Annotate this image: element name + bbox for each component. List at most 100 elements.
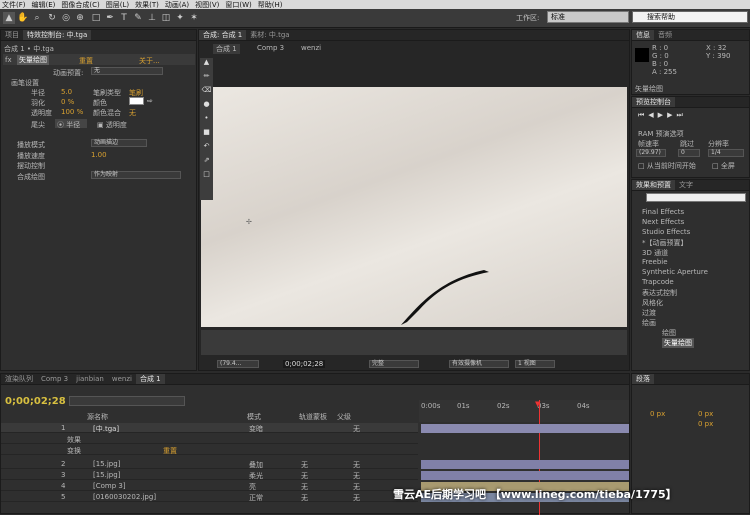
layer-parent[interactable]: 无 bbox=[353, 471, 360, 481]
brush-tool-icon[interactable]: ✎ bbox=[132, 12, 144, 24]
pencil-tool-icon[interactable]: ✏ bbox=[200, 72, 213, 86]
playback-mode-select[interactable]: 动画描边 bbox=[91, 139, 147, 147]
feather-value[interactable]: 0 % bbox=[61, 98, 74, 106]
pan-behind-tool-icon[interactable]: ⊕ bbox=[74, 12, 86, 24]
layer-name[interactable]: [0160030202.jpg] bbox=[93, 493, 156, 501]
effects-item[interactable]: Studio Effects bbox=[642, 228, 690, 236]
tab-composition[interactable]: 合成: 合成 1 bbox=[199, 30, 247, 40]
eraser-icon[interactable]: ⌫ bbox=[200, 86, 213, 100]
current-time-display[interactable]: 0;00;02;28 bbox=[283, 360, 326, 368]
effects-item[interactable]: Trapcode bbox=[642, 278, 674, 286]
workspace-select[interactable]: 标准 bbox=[547, 11, 629, 23]
hand-tool-icon[interactable]: ✋ bbox=[17, 12, 29, 24]
tab-info[interactable]: 信息 bbox=[632, 30, 654, 40]
tab-effect-controls[interactable]: 特效控制台: 中.tga bbox=[23, 30, 92, 40]
comp-crumb-2[interactable]: Comp 3 bbox=[257, 44, 284, 52]
arrow-tool-icon[interactable]: ▲ bbox=[200, 58, 213, 72]
layer-prop[interactable]: 变换 bbox=[67, 446, 81, 456]
reset-link[interactable]: 重置 bbox=[163, 446, 177, 456]
effects-item[interactable]: 3D 通道 bbox=[642, 248, 668, 258]
tab-comp3[interactable]: Comp 3 bbox=[37, 375, 72, 383]
radius-value[interactable]: 5.0 bbox=[61, 88, 72, 96]
puppet-tool-icon[interactable]: ✶ bbox=[188, 12, 200, 24]
fullscreen-checkbox[interactable]: □ 全屏 bbox=[712, 161, 735, 171]
layer-track[interactable]: 无 bbox=[301, 460, 308, 470]
resolution-select[interactable]: 完整 bbox=[369, 360, 419, 368]
brush-square-icon[interactable]: ■ bbox=[200, 128, 213, 142]
brush-size-large-icon[interactable]: ● bbox=[200, 100, 213, 114]
space-after[interactable]: 0 px bbox=[698, 420, 713, 428]
effects-search-input[interactable] bbox=[646, 193, 746, 202]
fx-icon[interactable]: fx bbox=[5, 56, 12, 64]
undo-icon[interactable]: ↶ bbox=[200, 142, 213, 156]
effects-item[interactable]: 表达式控制 bbox=[642, 288, 677, 298]
layer-mode[interactable]: 亮 bbox=[249, 482, 256, 492]
tab-jianbian[interactable]: jianbian bbox=[72, 375, 108, 383]
table-row[interactable]: 1 [中.tga] 变暗 无 bbox=[1, 423, 418, 433]
indent-right[interactable]: 0 px bbox=[698, 410, 713, 418]
views-select[interactable]: 1 视图 bbox=[515, 360, 555, 368]
color-mix-value[interactable]: 无 bbox=[129, 108, 136, 118]
wiggle-control-label[interactable]: 摆动控制 bbox=[17, 161, 45, 171]
composite-paint-select[interactable]: 作为映射 bbox=[91, 171, 181, 179]
layer-name[interactable]: [15.jpg] bbox=[93, 471, 120, 479]
effects-item[interactable]: 过渡 bbox=[642, 308, 656, 318]
brush-size-medium-icon[interactable]: • bbox=[200, 114, 213, 128]
layer-parent[interactable]: 无 bbox=[353, 424, 360, 434]
table-row[interactable]: 3 [15.jpg] 柔光 无 无 bbox=[1, 470, 418, 480]
selection-tool-icon[interactable]: ▲ bbox=[3, 12, 15, 24]
effects-item[interactable]: Synthetic Aperture bbox=[642, 268, 708, 276]
indent-left[interactable]: 0 px bbox=[650, 410, 665, 418]
layer-bar[interactable] bbox=[421, 460, 629, 469]
playback-mode-label[interactable]: 播放模式 bbox=[17, 140, 45, 150]
about-link[interactable]: 关于... bbox=[139, 56, 160, 66]
layer-track[interactable]: 无 bbox=[301, 482, 308, 492]
layer-mode[interactable]: 柔光 bbox=[249, 471, 263, 481]
layer-name[interactable]: [15.jpg] bbox=[93, 460, 120, 468]
playback-controls[interactable]: ⏮◀▶▶⏭ bbox=[638, 111, 687, 120]
effects-subitem-selected[interactable]: 矢量绘图 bbox=[662, 338, 694, 348]
color-swatch[interactable] bbox=[129, 97, 144, 105]
effects-item[interactable]: Next Effects bbox=[642, 218, 684, 226]
layer-track[interactable]: 无 bbox=[301, 493, 308, 503]
effects-item[interactable]: Freebie bbox=[642, 258, 668, 266]
layer-bar[interactable] bbox=[421, 471, 629, 480]
swatch-icon[interactable]: □ bbox=[200, 170, 213, 184]
tab-comp1[interactable]: 合成 1 bbox=[135, 374, 165, 384]
table-row[interactable]: 2 [15.jpg] 叠加 无 无 bbox=[1, 459, 418, 469]
layer-mode[interactable]: 正常 bbox=[249, 493, 263, 503]
effects-item[interactable]: *【动画预置】 bbox=[642, 238, 688, 248]
preset-select[interactable]: 无 bbox=[91, 67, 163, 75]
layer-mode[interactable]: 叠加 bbox=[249, 460, 263, 470]
opacity-value[interactable]: 100 % bbox=[61, 108, 83, 116]
comp-crumb-1[interactable]: 合成 1 bbox=[213, 44, 240, 54]
zoom-select[interactable]: (79.4... bbox=[217, 360, 259, 368]
skip-select[interactable]: 0 bbox=[678, 149, 700, 157]
camera-tool-icon[interactable]: ◎ bbox=[60, 12, 72, 24]
comp-crumb-3[interactable]: wenzi bbox=[301, 44, 321, 52]
layer-mode[interactable]: 变暗 bbox=[249, 424, 263, 434]
tab-paragraph[interactable]: 段落 bbox=[632, 374, 654, 384]
table-row[interactable]: 5 [0160030202.jpg] 正常 无 无 bbox=[1, 492, 418, 502]
tab-project[interactable]: 项目 bbox=[1, 30, 23, 40]
color-picker-icon[interactable]: ⇗ bbox=[200, 156, 213, 170]
rotate-tool-icon[interactable]: ↻ bbox=[46, 12, 58, 24]
tab-audio[interactable]: 音频 bbox=[654, 30, 676, 40]
text-tool-icon[interactable]: T bbox=[118, 12, 130, 24]
tab-preview[interactable]: 预览控制台 bbox=[632, 97, 675, 107]
radius-radio[interactable]: ⦿ 半径 bbox=[57, 120, 80, 130]
playback-speed-label[interactable]: 播放速度 bbox=[17, 151, 45, 161]
layer-track[interactable]: 无 bbox=[301, 471, 308, 481]
table-row[interactable]: 4 [Comp 3] 亮 无 无 bbox=[1, 481, 418, 491]
opacity-checkbox[interactable]: ▣ 透明度 bbox=[97, 120, 127, 130]
ram-preview-options[interactable]: RAM 预演选项 bbox=[638, 129, 684, 139]
layer-name[interactable]: [中.tga] bbox=[93, 424, 119, 434]
eraser-tool-icon[interactable]: ◫ bbox=[160, 12, 172, 24]
table-row[interactable]: 效果 bbox=[1, 434, 418, 444]
timeline-search-input[interactable] bbox=[69, 396, 185, 406]
tab-text[interactable]: 文字 bbox=[675, 180, 697, 190]
tab-wenzi[interactable]: wenzi bbox=[108, 375, 136, 383]
search-help-input[interactable]: 搜索帮助 bbox=[632, 11, 748, 23]
reset-link[interactable]: 重置 bbox=[79, 56, 93, 66]
layer-bar[interactable] bbox=[421, 424, 629, 433]
